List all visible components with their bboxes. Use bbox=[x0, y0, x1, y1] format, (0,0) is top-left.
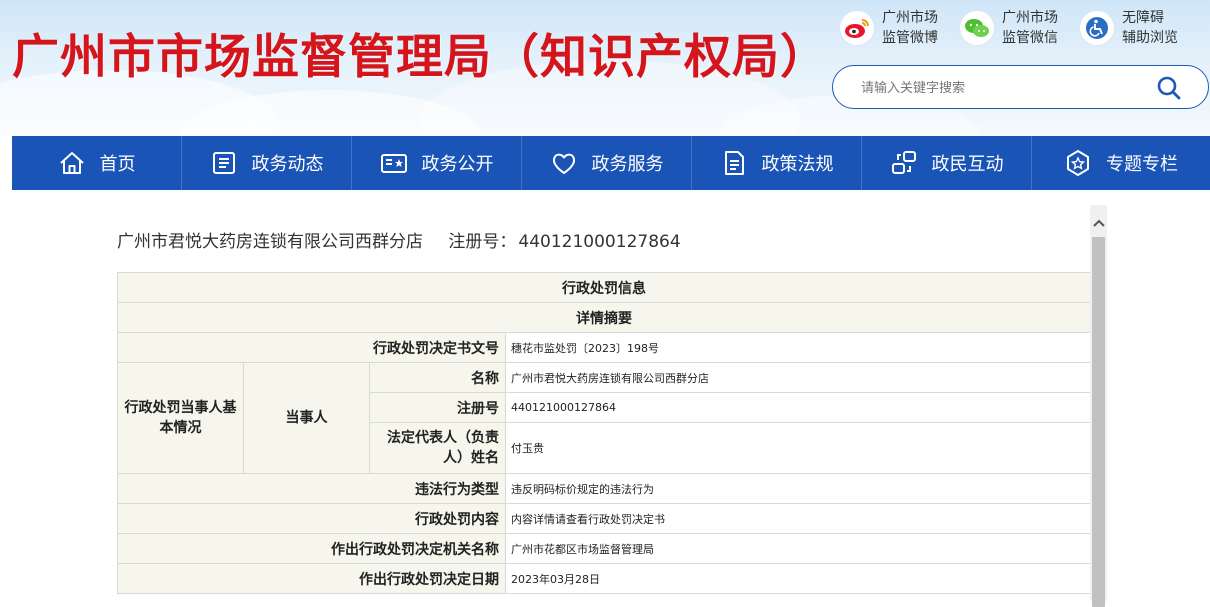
decision-date-label: 作出行政处罚决定日期 bbox=[117, 563, 506, 594]
penalty-content-label: 行政处罚内容 bbox=[117, 503, 506, 534]
open-info-icon bbox=[380, 154, 407, 173]
table-row: 行政处罚决定书文号 穗花市监处罚〔2023〕198号 bbox=[117, 332, 1091, 363]
interaction-icon bbox=[891, 151, 916, 174]
name-value: 广州市君悦大药房连锁有限公司西群分店 bbox=[505, 362, 1091, 393]
nav-label: 政民互动 bbox=[931, 154, 1004, 175]
wechat-label: 广州市场 监管微信 bbox=[1002, 10, 1058, 46]
search-icon bbox=[1157, 76, 1181, 100]
nav-item-open-info[interactable]: 政务公开 bbox=[352, 136, 522, 190]
document-icon bbox=[724, 151, 744, 175]
reg-label: 注册号： bbox=[448, 232, 517, 252]
table-title: 行政处罚信息 bbox=[117, 272, 1091, 303]
accessibility-label: 无障碍 辅助浏览 bbox=[1122, 10, 1178, 46]
authority-value: 广州市花都区市场监督管理局 bbox=[505, 533, 1091, 564]
decision-no-value: 穗花市监处罚〔2023〕198号 bbox=[505, 332, 1091, 363]
nav-label: 首页 bbox=[99, 154, 136, 175]
scrollbar[interactable] bbox=[1090, 205, 1107, 607]
company-name: 广州市君悦大药房连锁有限公司西群分店 bbox=[117, 232, 423, 252]
table-row: 详情摘要 bbox=[117, 302, 1091, 333]
record-heading: 广州市君悦大药房连锁有限公司西群分店 注册号： 440121000127864 bbox=[117, 227, 701, 252]
main-nav: 首页 政务动态 政务公开 政务服务 政策法规 政民互动 专题专栏 bbox=[12, 136, 1210, 190]
search-box bbox=[832, 65, 1209, 109]
chevron-up-icon bbox=[1092, 219, 1105, 227]
nav-item-services[interactable]: 政务服务 bbox=[522, 136, 692, 190]
reg-no-label: 注册号 bbox=[369, 392, 506, 423]
nav-label: 政务服务 bbox=[591, 154, 664, 175]
table-row: 违法行为类型 违反明码标价规定的违法行为 bbox=[117, 473, 1091, 504]
wechat-link[interactable]: 广州市场 监管微信 bbox=[960, 8, 1058, 48]
nav-item-policies[interactable]: 政策法规 bbox=[692, 136, 862, 190]
table-row: 行政处罚当事人基本情况 当事人 名称 广州市君悦大药房连锁有限公司西群分店 bbox=[117, 362, 1091, 474]
search-button[interactable] bbox=[1156, 75, 1182, 101]
violation-type-label: 违法行为类型 bbox=[117, 473, 506, 504]
reg-number: 440121000127864 bbox=[518, 232, 681, 252]
legal-rep-label: 法定代表人（负责人）姓名 bbox=[369, 422, 506, 474]
table-row: 作出行政处罚决定日期 2023年03月28日 bbox=[117, 563, 1091, 594]
accessibility-icon bbox=[1080, 11, 1114, 45]
weibo-link[interactable]: 广州市场 监管微博 bbox=[840, 8, 938, 48]
star-badge-icon bbox=[1067, 150, 1089, 176]
violation-type-value: 违反明码标价规定的违法行为 bbox=[505, 473, 1091, 504]
heart-icon bbox=[552, 153, 575, 174]
legal-rep-value: 付玉贵 bbox=[505, 422, 1091, 474]
weibo-icon bbox=[840, 11, 874, 45]
nav-item-topics[interactable]: 专题专栏 bbox=[1032, 136, 1210, 190]
table-row: 行政处罚信息 bbox=[117, 272, 1091, 303]
reg-no-value: 440121000127864 bbox=[505, 392, 1091, 423]
name-label: 名称 bbox=[369, 362, 506, 393]
table-row: 行政处罚内容 内容详情请查看行政处罚决定书 bbox=[117, 503, 1091, 534]
news-icon bbox=[212, 152, 235, 174]
nav-label: 政务动态 bbox=[251, 154, 324, 175]
nav-item-interaction[interactable]: 政民互动 bbox=[862, 136, 1032, 190]
home-icon bbox=[59, 152, 84, 174]
party-group-label: 行政处罚当事人基本情况 bbox=[117, 362, 244, 474]
table-row: 作出行政处罚决定机关名称 广州市花都区市场监督管理局 bbox=[117, 533, 1091, 564]
scroll-up-button[interactable] bbox=[1090, 213, 1107, 233]
nav-label: 专题专栏 bbox=[1106, 154, 1178, 175]
accessibility-link[interactable]: 无障碍 辅助浏览 bbox=[1080, 8, 1178, 48]
party-label: 当事人 bbox=[243, 362, 370, 474]
wechat-icon bbox=[960, 11, 994, 45]
nav-label: 政务公开 bbox=[421, 154, 494, 175]
penalty-content-value: 内容详情请查看行政处罚决定书 bbox=[505, 503, 1091, 534]
site-title: 广州市市场监督管理局（知识产权局） bbox=[12, 30, 828, 85]
weibo-label: 广州市场 监管微博 bbox=[882, 10, 938, 46]
search-input[interactable] bbox=[859, 76, 1133, 100]
nav-item-home[interactable]: 首页 bbox=[12, 136, 182, 190]
authority-label: 作出行政处罚决定机关名称 bbox=[117, 533, 506, 564]
site-header: 广州市市场监督管理局（知识产权局） 广州市场 监管微博 广州市场 监管微信 无障… bbox=[0, 0, 1210, 136]
decision-date-value: 2023年03月28日 bbox=[505, 563, 1091, 594]
decision-no-label: 行政处罚决定书文号 bbox=[117, 332, 506, 363]
nav-label: 政策法规 bbox=[761, 154, 834, 175]
penalty-info-table: 行政处罚信息 详情摘要 行政处罚决定书文号 穗花市监处罚〔2023〕198号 行… bbox=[117, 272, 1091, 594]
table-subtitle: 详情摘要 bbox=[117, 302, 1091, 333]
scrollbar-thumb[interactable] bbox=[1092, 237, 1105, 607]
nav-item-news[interactable]: 政务动态 bbox=[182, 136, 352, 190]
